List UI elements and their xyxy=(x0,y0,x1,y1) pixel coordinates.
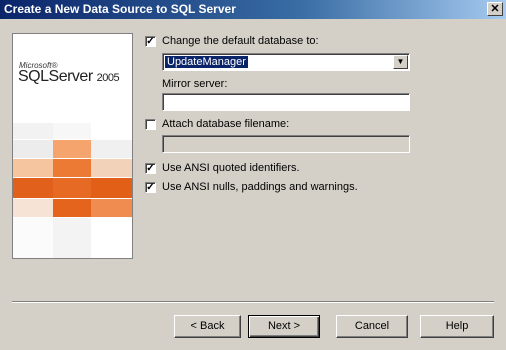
logo-tile xyxy=(13,159,53,177)
default-database-value: UpdateManager xyxy=(164,55,249,69)
logo-tile xyxy=(13,140,53,158)
logo-tile xyxy=(53,218,91,258)
change-default-db-label: Change the default database to: xyxy=(162,35,319,47)
logo-tile xyxy=(91,178,132,198)
logo-product: SQLServer xyxy=(18,68,93,85)
logo-year: 2005 xyxy=(96,72,120,84)
ansi-quoted-checkbox[interactable]: ✓ xyxy=(145,163,156,174)
logo-tile xyxy=(53,178,91,198)
ansi-nulls-label: Use ANSI nulls, paddings and warnings. xyxy=(162,181,358,193)
logo-tile xyxy=(91,159,132,177)
back-button[interactable]: < Back xyxy=(174,315,241,338)
logo-tile xyxy=(53,140,91,158)
logo-tile xyxy=(91,140,132,158)
window-title: Create a New Data Source to SQL Server xyxy=(4,2,236,16)
logo-product-text: SQLServer 2005 xyxy=(18,68,120,86)
logo-tile xyxy=(13,218,53,258)
logo-tile xyxy=(53,123,91,139)
next-button[interactable]: Next > xyxy=(248,315,320,338)
change-default-db-checkbox[interactable]: ✓ xyxy=(145,36,156,47)
dropdown-button[interactable]: ▼ xyxy=(393,55,408,69)
ansi-quoted-label: Use ANSI quoted identifiers. xyxy=(162,162,300,174)
attach-db-label: Attach database filename: xyxy=(162,118,290,130)
ansi-nulls-checkbox[interactable]: ✓ xyxy=(145,182,156,193)
title-bar: Create a New Data Source to SQL Server ✕ xyxy=(0,0,506,19)
attach-db-filename-input[interactable] xyxy=(162,135,410,153)
logo-tile xyxy=(53,199,91,217)
sql-server-logo-panel: Microsoft® SQLServer 2005 xyxy=(12,33,133,259)
chevron-down-icon: ▼ xyxy=(396,57,405,66)
logo-tile xyxy=(53,159,91,177)
help-button[interactable]: Help xyxy=(420,315,494,338)
attach-db-checkbox[interactable] xyxy=(145,119,156,130)
mirror-server-label: Mirror server: xyxy=(162,78,228,90)
logo-tile xyxy=(13,178,53,198)
logo-tile xyxy=(13,199,53,217)
default-database-select[interactable]: UpdateManager ▼ xyxy=(162,53,410,71)
close-button[interactable]: ✕ xyxy=(487,2,503,16)
mirror-server-input[interactable] xyxy=(162,93,410,111)
close-icon: ✕ xyxy=(490,3,500,15)
footer-separator xyxy=(12,301,494,303)
logo-tile xyxy=(91,199,132,217)
logo-tile xyxy=(13,123,53,139)
cancel-button[interactable]: Cancel xyxy=(336,315,408,338)
